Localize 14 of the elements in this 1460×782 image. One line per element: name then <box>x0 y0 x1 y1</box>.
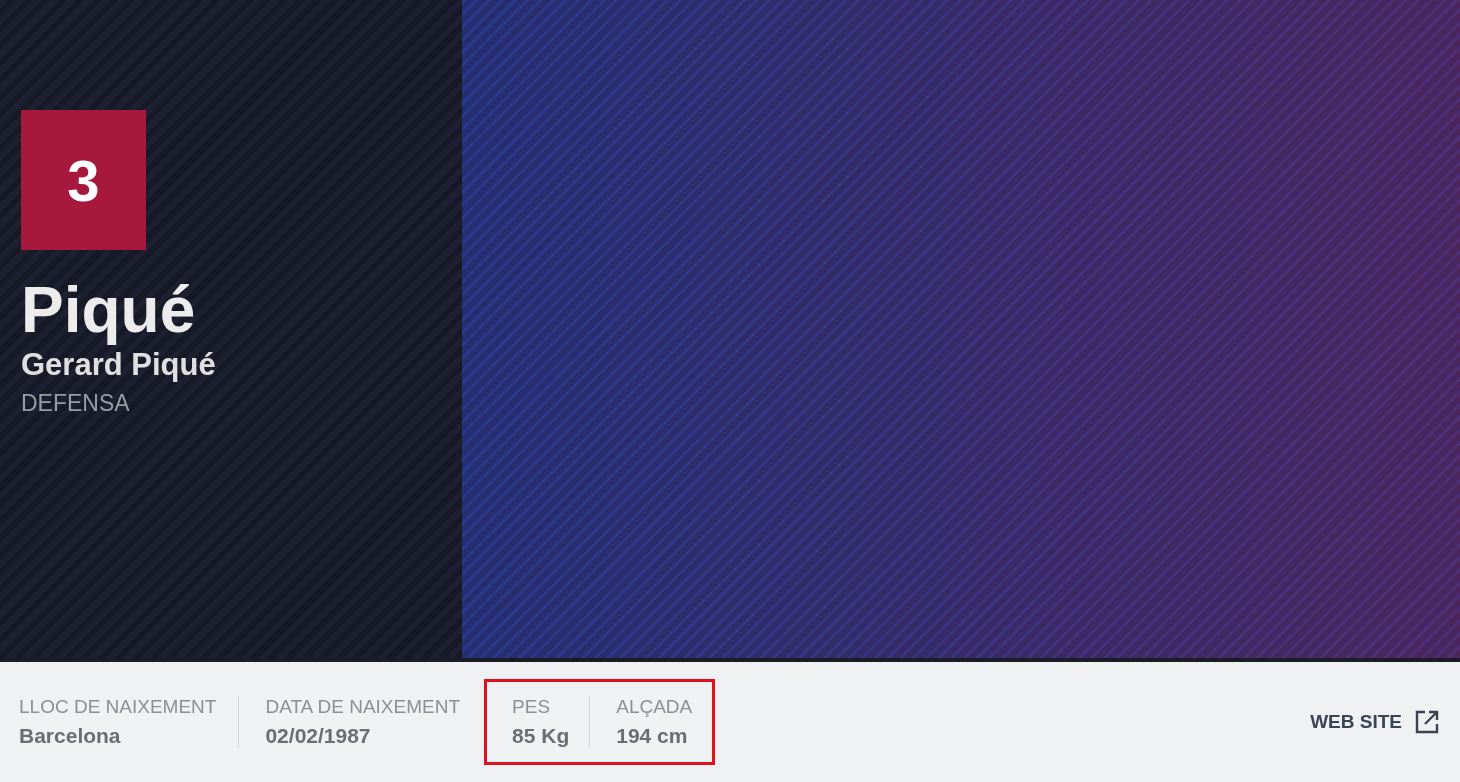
web-site-link[interactable]: WEB SITE <box>1310 709 1440 735</box>
stat-value: 194 cm <box>616 724 689 748</box>
stat-label: ALÇADA <box>616 696 693 718</box>
stat-label: DATA DE NAIXEMENT <box>265 696 461 718</box>
stat-value: 85 Kg <box>512 724 570 748</box>
player-full-name: Gerard Piqué <box>21 346 217 384</box>
shirt-number: 3 <box>21 110 146 250</box>
stat-value: Barcelona <box>19 724 122 748</box>
stat-label: LLOC DE NAIXEMENT <box>19 696 217 718</box>
stat-value: 02/02/1987 <box>265 724 372 748</box>
player-position: DEFENSA <box>21 389 131 418</box>
external-link-icon <box>1414 709 1440 735</box>
stat-label: PES <box>512 696 552 718</box>
player-surname: Piqué <box>21 274 197 346</box>
